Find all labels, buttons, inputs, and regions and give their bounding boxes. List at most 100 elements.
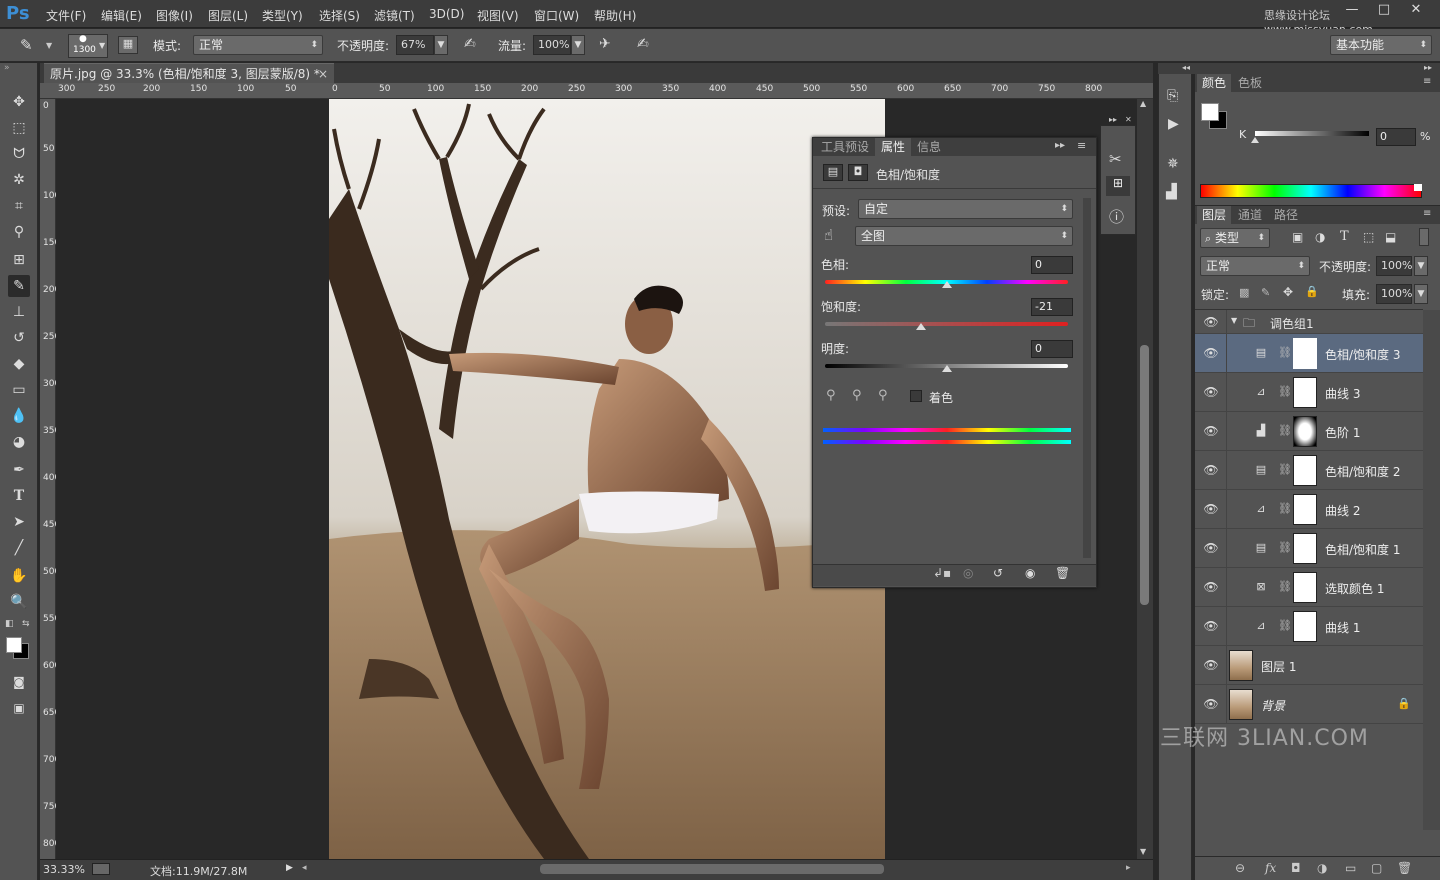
- tools-icon[interactable]: ✂: [1109, 150, 1122, 168]
- adjustment-icon[interactable]: ▤: [823, 164, 843, 181]
- layer-mask-thumbnail[interactable]: [1293, 533, 1317, 564]
- saturation-slider-thumb[interactable]: [915, 323, 926, 330]
- gradient-tool-icon[interactable]: ▭: [8, 379, 30, 401]
- link-icon[interactable]: ⛓: [1278, 346, 1292, 359]
- minimize-button[interactable]: —: [1340, 1, 1364, 19]
- new-adjustment-icon[interactable]: ◑: [1317, 861, 1327, 875]
- tab-paths[interactable]: 路径: [1269, 206, 1303, 224]
- collapse-icon[interactable]: »: [4, 63, 10, 73]
- expand-triangle-icon[interactable]: ▼: [1231, 316, 1237, 325]
- lasso-tool-icon[interactable]: ᗢ: [8, 143, 30, 165]
- link-icon[interactable]: ⛓: [1278, 463, 1292, 476]
- layer-row[interactable]: 👁 ▟ ⛓ 色阶 1: [1195, 412, 1423, 451]
- layer-mask-thumbnail[interactable]: [1293, 416, 1317, 447]
- layer-mask-thumbnail[interactable]: [1293, 377, 1317, 408]
- horizontal-scroll-thumb[interactable]: [540, 864, 884, 874]
- layer-row[interactable]: 👁 图层 1: [1195, 646, 1423, 685]
- document-photo[interactable]: [329, 99, 885, 859]
- eye-icon[interactable]: 👁: [1203, 541, 1219, 555]
- new-group-icon[interactable]: ▭: [1345, 861, 1356, 875]
- menu-help[interactable]: 帮助(H): [594, 7, 636, 24]
- tab-color[interactable]: 颜色: [1197, 74, 1232, 92]
- eyedropper-add-icon[interactable]: ⚲: [852, 388, 862, 403]
- eye-icon[interactable]: 👁: [1203, 424, 1219, 438]
- saturation-slider[interactable]: [825, 322, 1068, 326]
- k-slider[interactable]: [1255, 131, 1369, 136]
- expand-icon[interactable]: ▸▸: [1424, 63, 1432, 72]
- layer-row[interactable]: 👁 ▤ ⛓ 色相/饱和度 1: [1195, 529, 1423, 568]
- view-previous-icon[interactable]: ◎: [963, 566, 973, 580]
- hand-tool-icon[interactable]: ✋: [8, 565, 30, 587]
- layer-mask-thumbnail[interactable]: [1293, 338, 1317, 369]
- layer-thumbnail[interactable]: [1229, 650, 1253, 681]
- path-selection-tool-icon[interactable]: ➤: [8, 511, 30, 533]
- preview-icon[interactable]: [92, 863, 110, 875]
- document-tab[interactable]: 原片.jpg @ 33.3% (色相/饱和度 3, 图层蒙版/8) * ×: [44, 63, 334, 83]
- properties-scrollbar[interactable]: [1083, 198, 1091, 558]
- lock-all-icon[interactable]: 🔒: [1305, 285, 1319, 298]
- crop-tool-icon[interactable]: ⌗: [8, 195, 30, 217]
- pressure-opacity-icon[interactable]: ✍: [464, 36, 476, 52]
- histogram-icon[interactable]: ▟: [1166, 184, 1177, 200]
- actions-play-icon[interactable]: ▶: [1168, 116, 1179, 132]
- history-brush-tool-icon[interactable]: ↺: [8, 327, 30, 349]
- link-icon[interactable]: ⛓: [1278, 580, 1292, 593]
- scroll-down-icon[interactable]: ▼: [1140, 847, 1146, 856]
- panel-menu-icon[interactable]: ≡: [1077, 139, 1086, 152]
- filter-adjustment-icon[interactable]: ◑: [1315, 230, 1325, 244]
- link-icon[interactable]: ⛓: [1278, 502, 1292, 515]
- workspace-select[interactable]: 基本功能 ⬍: [1330, 35, 1432, 55]
- tab-swatches[interactable]: 色板: [1233, 74, 1267, 92]
- layers-scrollbar[interactable]: [1423, 310, 1440, 830]
- eyedropper-icon[interactable]: ⚲: [826, 388, 836, 403]
- tab-tool-presets[interactable]: 工具预设: [815, 138, 875, 156]
- eye-icon[interactable]: 👁: [1203, 385, 1219, 399]
- panel-menu-icon[interactable]: ≡: [1423, 208, 1431, 219]
- menu-layer[interactable]: 图层(L): [208, 7, 248, 24]
- brush-panel-toggle-icon[interactable]: ▦: [118, 36, 138, 54]
- status-menu-arrow-icon[interactable]: ▶: [286, 863, 293, 873]
- layer-group-row[interactable]: 👁 ▼ 🗀 调色组1: [1195, 310, 1423, 334]
- preset-select[interactable]: 自定 ⬍: [858, 199, 1073, 219]
- vertical-scrollbar[interactable]: ▲ ▼: [1137, 99, 1153, 859]
- eye-icon[interactable]: 👁: [1203, 463, 1219, 477]
- expand-icon[interactable]: ▸▸: [1055, 140, 1065, 151]
- eye-icon[interactable]: 👁: [1203, 502, 1219, 516]
- layer-row[interactable]: 👁 ⊠ ⛓ 选取颜色 1: [1195, 568, 1423, 607]
- saturation-value[interactable]: -21: [1031, 298, 1073, 316]
- line-tool-icon[interactable]: ╱: [8, 537, 30, 559]
- clip-to-layer-icon[interactable]: ↲▪: [933, 566, 951, 580]
- scroll-left-icon[interactable]: ◂: [302, 863, 307, 873]
- zoom-tool-icon[interactable]: 🔍: [8, 591, 30, 613]
- link-layers-icon[interactable]: ⊖: [1235, 861, 1245, 875]
- mode-select[interactable]: 正常 ⬍: [193, 35, 323, 55]
- close-icon[interactable]: ✕: [1125, 115, 1132, 124]
- filter-shape-icon[interactable]: ⬚: [1363, 230, 1374, 244]
- flow-input[interactable]: 100%: [533, 35, 571, 55]
- targeted-adjustment-hand-icon[interactable]: ☝: [824, 226, 833, 244]
- opacity-input[interactable]: 67%: [396, 35, 434, 55]
- pressure-size-icon[interactable]: ✍: [637, 36, 649, 52]
- layer-mask-thumbnail[interactable]: [1293, 455, 1317, 486]
- reset-icon[interactable]: ↺: [993, 566, 1003, 580]
- history-icon[interactable]: ⎘: [1167, 88, 1178, 104]
- layer-row[interactable]: 👁 ▤ ⛓ 色相/饱和度 2: [1195, 451, 1423, 490]
- menu-file[interactable]: 文件(F): [46, 7, 86, 24]
- panel-menu-icon[interactable]: ≡: [1423, 76, 1431, 87]
- scroll-right-icon[interactable]: ▸: [1126, 863, 1131, 873]
- default-colors-icon[interactable]: ◧: [5, 619, 14, 629]
- lock-transparent-icon[interactable]: ▩: [1239, 286, 1249, 299]
- filter-type-icon[interactable]: T: [1340, 229, 1349, 244]
- menu-filter[interactable]: 滤镜(T): [374, 7, 415, 24]
- eye-icon[interactable]: 👁: [1203, 697, 1219, 711]
- layer-row[interactable]: 👁 背景 🔒: [1195, 685, 1423, 724]
- dodge-tool-icon[interactable]: ◕: [8, 431, 30, 453]
- zoom-level[interactable]: 33.33%: [43, 863, 85, 876]
- link-icon[interactable]: ⛓: [1278, 541, 1292, 554]
- type-tool-icon[interactable]: T: [8, 485, 30, 507]
- eye-icon[interactable]: 👁: [1203, 580, 1219, 594]
- layer-opacity-input[interactable]: 100%: [1376, 256, 1412, 276]
- lightness-slider-thumb[interactable]: [941, 365, 952, 372]
- eye-icon[interactable]: 👁: [1203, 346, 1219, 360]
- menu-type[interactable]: 类型(Y): [262, 7, 303, 24]
